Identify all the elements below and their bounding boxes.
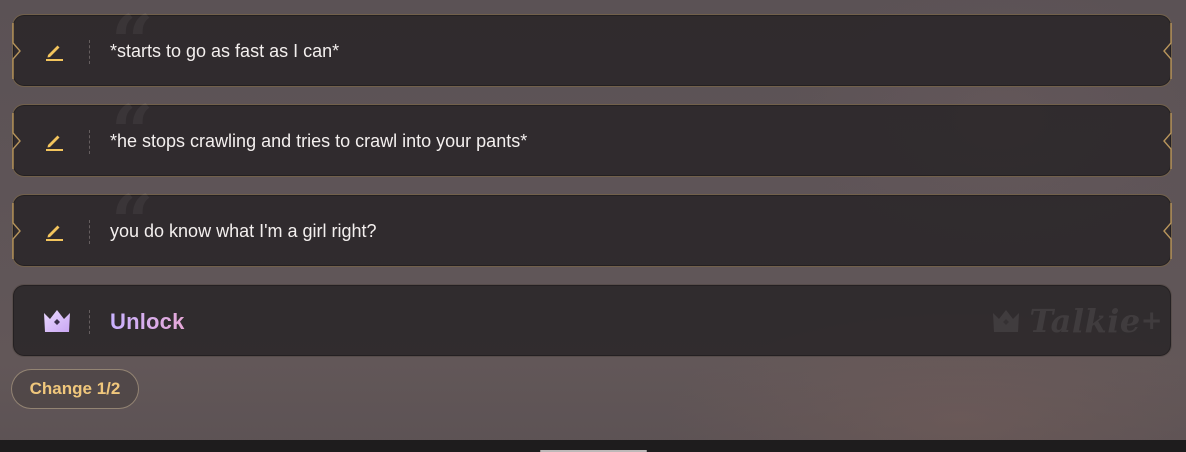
watermark-plus: + xyxy=(1140,306,1163,336)
unlock-label: Unlock xyxy=(110,285,185,358)
reply-text: *starts to go as fast as I can* xyxy=(110,41,340,61)
reply-text: you do know what I'm a girl right? xyxy=(110,221,377,241)
watermark-text: Talkie xyxy=(1029,302,1141,340)
reply-option-card[interactable]: “ *he stops crawling and tries to crawl … xyxy=(12,96,1172,177)
unlock-card[interactable]: Unlock Talkie + xyxy=(12,284,1172,357)
crown-icon xyxy=(44,310,70,332)
pencil-icon[interactable] xyxy=(42,39,66,63)
talkie-plus-watermark: Talkie + xyxy=(991,302,1163,340)
left-edge-ornament-icon xyxy=(12,203,21,259)
reply-text: *he stops crawling and tries to crawl in… xyxy=(110,131,528,151)
right-edge-ornament-icon xyxy=(1163,23,1172,79)
pencil-icon[interactable] xyxy=(42,219,66,243)
left-edge-ornament-icon xyxy=(12,23,21,79)
reply-option-card[interactable]: “ you do know what I'm a girl right? xyxy=(12,186,1172,267)
right-edge-ornament-icon xyxy=(1163,113,1172,169)
left-edge-ornament-icon xyxy=(12,113,21,169)
divider xyxy=(89,310,90,334)
divider xyxy=(89,130,90,154)
divider xyxy=(89,220,90,244)
right-edge-ornament-icon xyxy=(1163,203,1172,259)
reply-option-card[interactable]: “ *starts to go as fast as I can* xyxy=(12,6,1172,87)
crown-watermark-icon xyxy=(993,310,1020,332)
change-button[interactable]: Change 1/2 xyxy=(11,369,139,409)
pencil-icon[interactable] xyxy=(42,129,66,153)
divider xyxy=(89,40,90,64)
